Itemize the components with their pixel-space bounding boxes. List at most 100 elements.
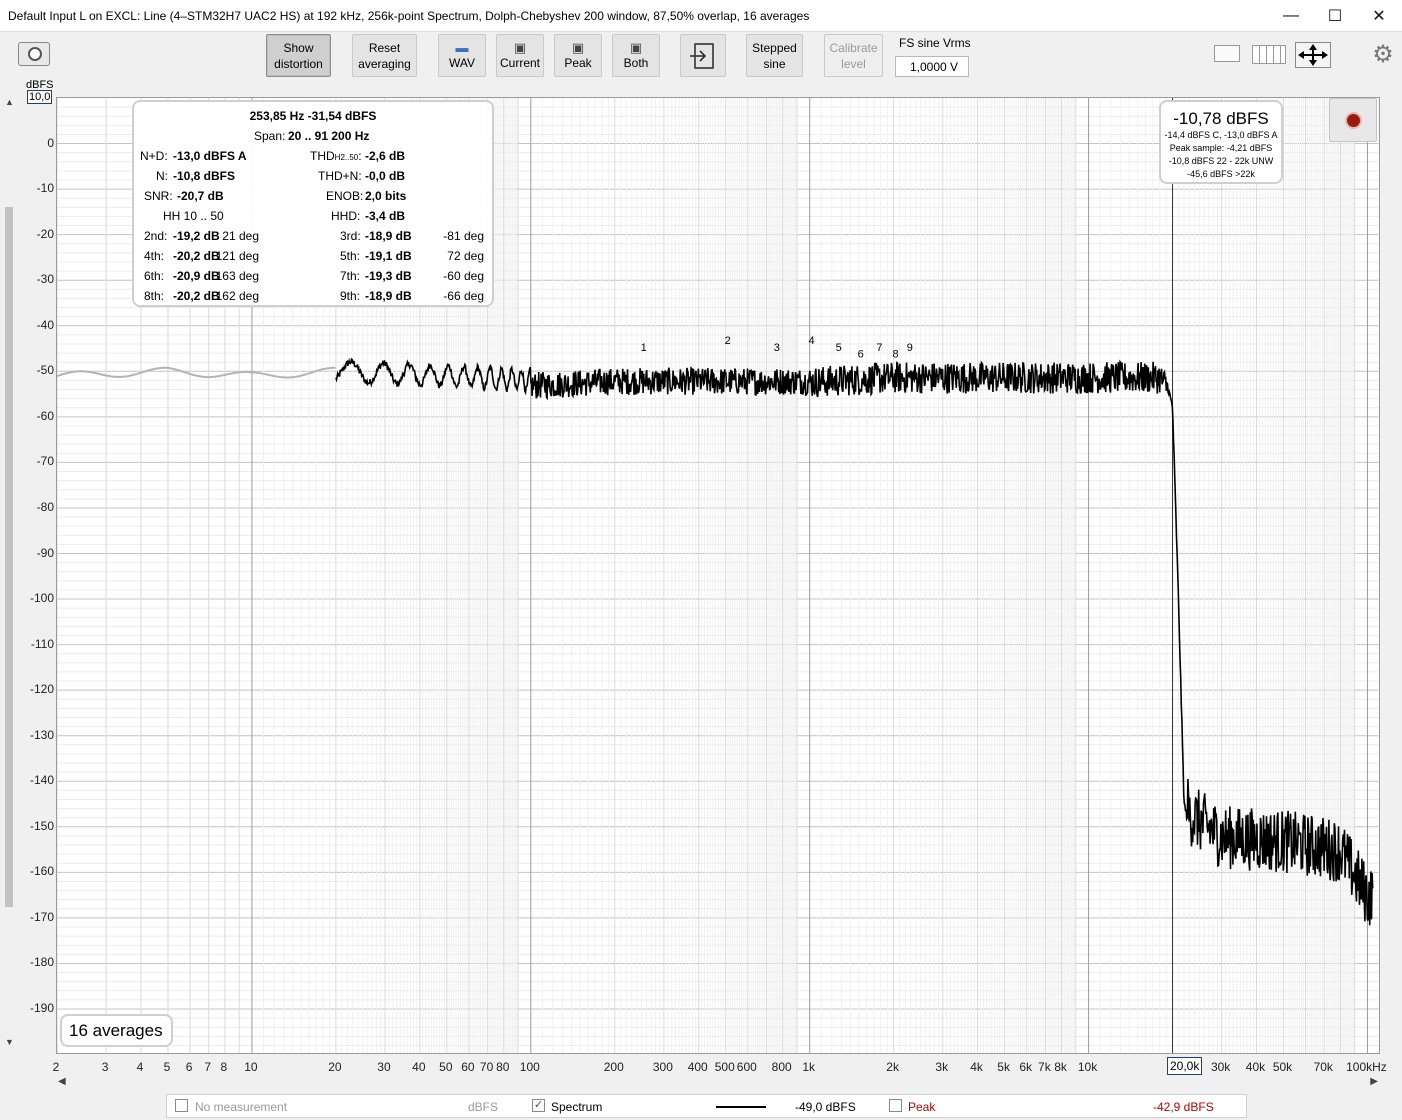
x-tick-label: 30 — [377, 1060, 391, 1074]
x-tick-label: 800 — [771, 1060, 792, 1074]
record-icon — [1347, 114, 1360, 127]
averages-badge: 16 averages — [60, 1014, 173, 1047]
layout-single-icon[interactable] — [1208, 43, 1242, 65]
layout-columns-icon[interactable] — [1252, 43, 1286, 65]
x-tick-label: 8 — [220, 1060, 228, 1074]
cursor-readout: 253,85 Hz -31,54 dBFS — [249, 109, 377, 123]
y-tick-label: -60 — [36, 408, 54, 423]
y-axis-top-value[interactable]: 10,0 — [27, 90, 53, 104]
spectrum-label: Spectrum — [551, 1100, 603, 1114]
snr-label: SNR: — [144, 189, 173, 203]
reset-averaging-button[interactable]: Reset averaging — [352, 34, 417, 77]
export-icon — [690, 42, 714, 69]
x-tick-label: 200 — [603, 1060, 624, 1074]
hhd-value: -3,4 dB — [365, 209, 406, 223]
show-distortion-button[interactable]: Show distortion — [266, 34, 331, 77]
no-measurement-label: No measurement — [195, 1100, 288, 1114]
y-tick-label: -10 — [36, 181, 54, 196]
level-unweighted: -10,8 dBFS 22 - 22k UNW — [1168, 156, 1274, 166]
y-tick-label: -110 — [30, 636, 54, 651]
x-cursor-value[interactable]: 20,0k — [1167, 1057, 1203, 1075]
fs-sine-input[interactable]: 1,0000 V — [895, 56, 969, 77]
y-tick-label: -170 — [29, 909, 54, 924]
x-tick-label: 10 — [244, 1060, 258, 1074]
harmonic-p1: 121 deg — [215, 249, 259, 263]
record-button[interactable] — [1329, 98, 1377, 142]
harmonic-l2: 3rd: — [340, 229, 361, 243]
x-tick-label: 50k — [1272, 1060, 1293, 1074]
harmonic-marker: 6 — [858, 349, 864, 361]
maximize-button[interactable]: ☐ — [1312, 0, 1358, 32]
calibrate-level-button[interactable]: Calibrate level — [824, 34, 883, 77]
wav-button[interactable]: ▬ WAV — [438, 34, 486, 77]
x-tick-label: 5 — [163, 1060, 171, 1074]
y-tick-label: -120 — [29, 682, 54, 697]
spectrum-trace-below-range — [56, 366, 336, 379]
no-measurement-checkbox[interactable] — [175, 1099, 188, 1112]
thd-value: -2,6 dB — [365, 149, 406, 163]
gear-icon[interactable]: ⚙ — [1370, 42, 1396, 68]
harmonic-v1: -20,9 dB — [173, 269, 220, 283]
x-tick-label: 40k — [1245, 1060, 1266, 1074]
harmonic-marker: 2 — [725, 335, 731, 347]
harmonic-p2: -66 deg — [443, 289, 484, 303]
camera-icon[interactable] — [18, 42, 50, 66]
y-tick-label: -20 — [36, 226, 54, 241]
spectrum-checkbox[interactable]: ✓ — [532, 1099, 545, 1112]
thdn-value: -0,0 dB — [365, 169, 406, 183]
harmonic-l2: 7th: — [340, 269, 361, 283]
minimize-button[interactable]: — — [1268, 0, 1314, 32]
x-tick-label: 6k — [1019, 1060, 1033, 1074]
save-peak-button[interactable]: ▣ Peak — [554, 34, 602, 77]
x-tick-label: 80 — [496, 1060, 510, 1074]
nd-value: -13,0 dBFS A — [173, 149, 247, 163]
close-button[interactable]: ✕ — [1356, 0, 1402, 32]
x-tick-label: 500 — [714, 1060, 735, 1074]
x-tick-label: 3 — [101, 1060, 109, 1074]
nd-label: N+D: — [140, 149, 168, 163]
harmonic-l2: 9th: — [340, 289, 361, 303]
save-icon: ▣ — [571, 39, 585, 55]
y-tick-label: -190 — [29, 1001, 54, 1015]
thdn-label: THD+N: — [318, 169, 362, 183]
harmonic-marker: 9 — [907, 342, 913, 354]
distortion-info-panel: 253,85 Hz -31,54 dBFS Span: 20 .. 91 200… — [132, 100, 494, 307]
harmonic-v2: -18,9 dB — [365, 229, 412, 243]
save-icon: ▣ — [513, 39, 527, 55]
x-tick-label: 70k — [1313, 1060, 1333, 1074]
y-tick-label: -40 — [36, 317, 54, 332]
x-tick-label: 8k — [1054, 1060, 1067, 1074]
level-above-22k: -45,6 dBFS >22k — [1187, 169, 1255, 179]
stepped-sine-button[interactable]: Stepped sine — [746, 34, 803, 77]
peak-checkbox[interactable] — [889, 1099, 902, 1112]
x-tick-label: 300 — [652, 1060, 673, 1074]
harmonic-v1: -19,2 dB — [173, 229, 220, 243]
save-current-button[interactable]: ▣ Current — [496, 34, 544, 77]
level-readout: -10,78 dBFS -14,4 dBFS C, -13,0 dBFS A P… — [1159, 100, 1283, 184]
y-tick-label: -80 — [36, 499, 54, 514]
legend-bar: No measurement dBFS ✓ Spectrum -49,0 dBF… — [166, 1094, 1247, 1118]
horizontal-scrollbar[interactable]: ◀ ▶ — [56, 1076, 1380, 1090]
x-tick-label: 100kHz — [1346, 1060, 1387, 1074]
harmonic-v2: -18,9 dB — [365, 289, 412, 303]
spectrum-value: -49,0 dBFS — [795, 1100, 856, 1114]
harmonic-marker: 4 — [809, 335, 815, 347]
x-tick-label: 2k — [886, 1060, 899, 1074]
harmonic-l1: 6th: — [144, 269, 165, 283]
x-tick-label: 10k — [1077, 1060, 1098, 1074]
pan-zoom-icon[interactable] — [1295, 42, 1331, 68]
harmonic-v2: -19,3 dB — [365, 269, 412, 283]
span-value: 20 .. 91 200 Hz — [288, 129, 370, 143]
harmonic-marker: 7 — [876, 342, 882, 354]
export-button[interactable] — [680, 34, 726, 77]
harmonic-l1: 2nd: — [144, 229, 168, 243]
x-tick-label: 400 — [687, 1060, 708, 1074]
window-title: Default Input L on EXCL: Line (4–STM32H7… — [8, 9, 810, 23]
level-main-value: -10,78 dBFS — [1173, 109, 1269, 128]
x-tick-label: 30k — [1210, 1060, 1231, 1074]
harmonic-p2: 72 deg — [447, 249, 484, 263]
harmonic-marker: 1 — [641, 342, 647, 354]
x-tick-label: 4 — [136, 1060, 144, 1074]
save-both-button[interactable]: ▣ Both — [612, 34, 660, 77]
harmonic-marker: 3 — [774, 342, 780, 354]
